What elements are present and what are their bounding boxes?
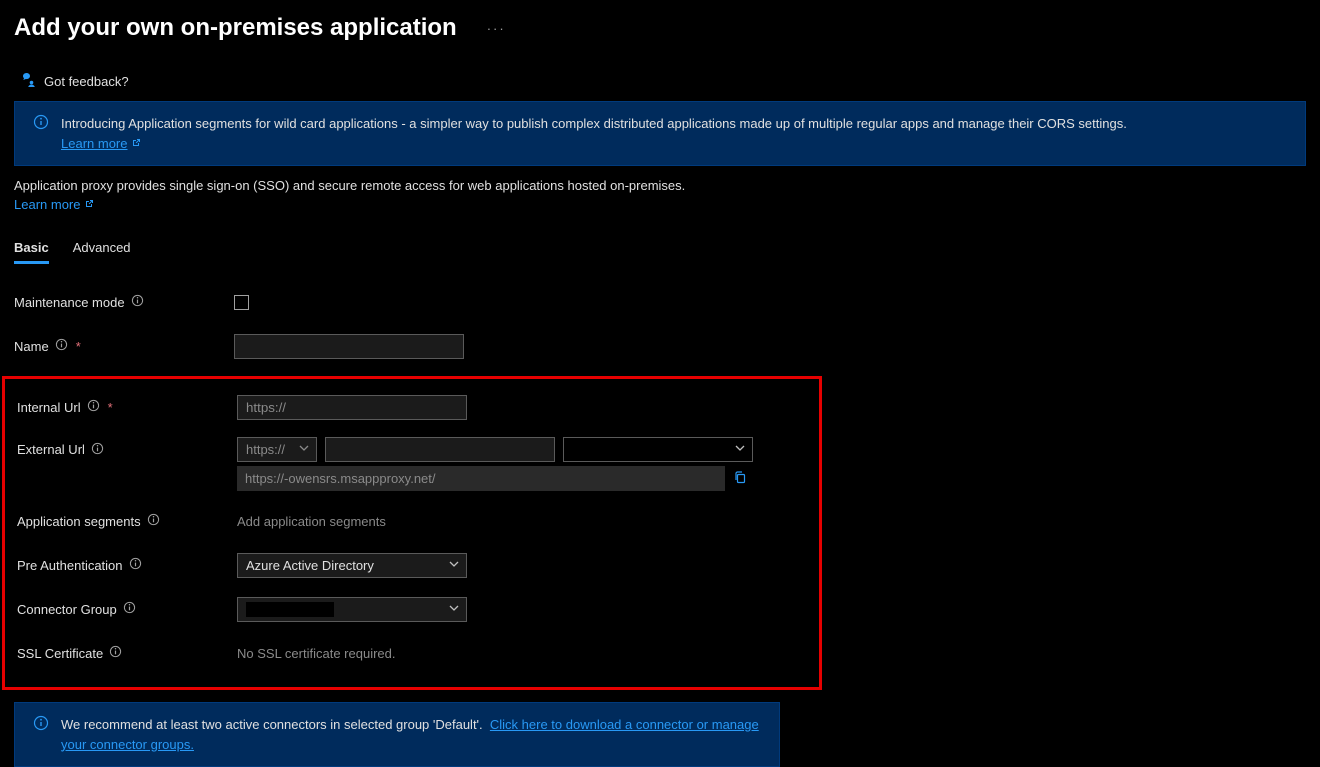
chevron-down-icon bbox=[448, 602, 460, 617]
info-icon bbox=[33, 114, 49, 136]
feedback-label: Got feedback? bbox=[44, 74, 129, 89]
required-asterisk: * bbox=[76, 339, 81, 354]
external-url-domain-select[interactable] bbox=[563, 437, 753, 462]
info-icon[interactable] bbox=[131, 294, 144, 310]
external-link-icon bbox=[84, 197, 94, 212]
chevron-down-icon bbox=[298, 442, 310, 457]
feedback-button[interactable]: Got feedback? bbox=[14, 72, 1306, 91]
connector-label: Connector Group bbox=[17, 602, 117, 617]
ssl-value: No SSL certificate required. bbox=[237, 646, 395, 661]
external-url-scheme-value: https:// bbox=[246, 442, 285, 457]
info-banner-segments: Introducing Application segments for wil… bbox=[14, 101, 1306, 166]
segments-label: Application segments bbox=[17, 514, 141, 529]
chevron-down-icon bbox=[448, 558, 460, 573]
maintenance-mode-checkbox[interactable] bbox=[234, 295, 249, 310]
info-icon[interactable] bbox=[123, 601, 136, 617]
info-icon[interactable] bbox=[147, 513, 160, 529]
tabs: Basic Advanced bbox=[14, 240, 1306, 264]
info-icon[interactable] bbox=[87, 399, 100, 415]
internal-url-label: Internal Url bbox=[17, 400, 81, 415]
description-text: Application proxy provides single sign-o… bbox=[14, 178, 1306, 193]
highlighted-section: Internal Url * External Url https:// bbox=[2, 376, 822, 690]
external-url-readonly: https://-owensrs.msappproxy.net/ bbox=[237, 466, 725, 491]
connectors-banner-text: We recommend at least two active connect… bbox=[61, 717, 483, 732]
external-url-scheme-select[interactable]: https:// bbox=[237, 437, 317, 462]
info-icon[interactable] bbox=[129, 557, 142, 573]
name-input[interactable] bbox=[234, 334, 464, 359]
preauth-value: Azure Active Directory bbox=[246, 558, 374, 573]
info-icon[interactable] bbox=[91, 442, 104, 458]
chevron-down-icon bbox=[734, 442, 746, 457]
external-link-icon bbox=[131, 136, 141, 151]
info-banner-connectors: We recommend at least two active connect… bbox=[14, 702, 780, 767]
name-label: Name bbox=[14, 339, 49, 354]
info-icon[interactable] bbox=[109, 645, 122, 661]
external-url-subdomain-input[interactable] bbox=[325, 437, 555, 462]
tab-basic[interactable]: Basic bbox=[14, 240, 49, 264]
copy-icon[interactable] bbox=[733, 470, 747, 487]
preauth-label: Pre Authentication bbox=[17, 558, 123, 573]
page-title: Add your own on-premises application bbox=[14, 14, 457, 42]
more-actions-ellipsis[interactable]: ··· bbox=[487, 21, 506, 36]
info-icon[interactable] bbox=[55, 338, 68, 354]
tab-advanced[interactable]: Advanced bbox=[73, 240, 131, 264]
banner-text: Introducing Application segments for wil… bbox=[61, 116, 1127, 131]
redacted-value bbox=[246, 602, 334, 617]
internal-url-input[interactable] bbox=[237, 395, 467, 420]
preauth-select[interactable]: Azure Active Directory bbox=[237, 553, 467, 578]
description-learn-more-link[interactable]: Learn more bbox=[14, 197, 80, 212]
redacted-value bbox=[572, 442, 702, 457]
info-icon bbox=[33, 715, 49, 737]
add-segments-link[interactable]: Add application segments bbox=[237, 514, 386, 529]
connector-select[interactable] bbox=[237, 597, 467, 622]
external-url-label: External Url bbox=[17, 442, 85, 457]
banner-learn-more-link[interactable]: Learn more bbox=[61, 136, 127, 151]
maintenance-mode-label: Maintenance mode bbox=[14, 295, 125, 310]
person-feedback-icon bbox=[20, 72, 36, 91]
ssl-label: SSL Certificate bbox=[17, 646, 103, 661]
required-asterisk: * bbox=[108, 400, 113, 415]
